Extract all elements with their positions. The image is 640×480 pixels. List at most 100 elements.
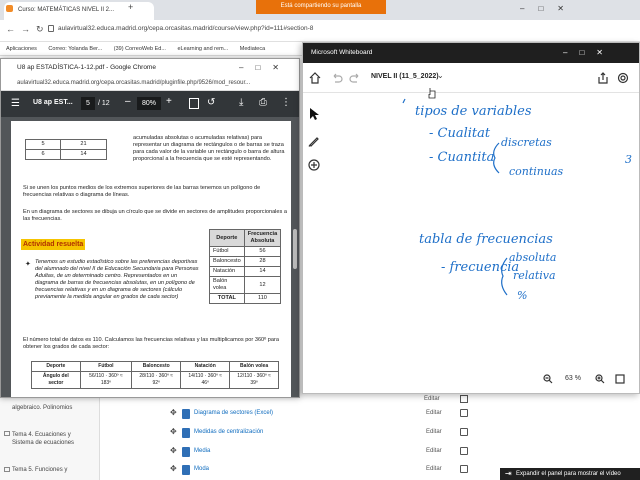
- move-icon[interactable]: ✥: [170, 408, 177, 417]
- more-options-icon[interactable]: ⋮: [281, 97, 291, 108]
- visibility-checkbox[interactable]: [460, 409, 468, 417]
- edit-menu[interactable]: Editar: [426, 448, 442, 454]
- pdf-doc-name: U8 ap EST...: [33, 99, 73, 106]
- zoom-in-icon[interactable]: [595, 374, 605, 384]
- sidebar-item-tema5[interactable]: Tema 5. Funciones y: [12, 467, 67, 473]
- moodle-favicon-icon: [6, 5, 13, 12]
- handwriting-text: discretas: [501, 136, 552, 149]
- menu-icon[interactable]: ☰: [11, 98, 20, 109]
- edit-menu[interactable]: Editar: [426, 429, 442, 435]
- activity-row: ✥ Diagrama de sectores (Excel) Editar: [170, 408, 490, 422]
- bookmark-elearning[interactable]: eLearning and rem...: [177, 46, 228, 52]
- window-controls[interactable]: –□✕: [520, 4, 578, 13]
- fit-page-icon[interactable]: [189, 98, 199, 109]
- handwriting-text: %: [517, 289, 527, 302]
- settings-gear-icon[interactable]: [617, 72, 629, 84]
- chevron-down-icon[interactable]: ⌄: [437, 71, 444, 80]
- expand-arrow-icon: ⇥: [505, 469, 512, 478]
- new-tab-icon[interactable]: +: [128, 2, 133, 12]
- zoom-in-button[interactable]: +: [166, 96, 172, 107]
- table-cell: Balón volea: [209, 276, 245, 294]
- folder-icon: [4, 467, 10, 472]
- table-header: Deporte: [209, 229, 245, 247]
- table-cell: 14/110 · 360º ≈ 46º: [180, 371, 231, 389]
- table-cell: Fútbol: [209, 246, 245, 257]
- activity-link[interactable]: Moda: [194, 466, 209, 472]
- fit-screen-icon[interactable]: [615, 374, 625, 384]
- visibility-checkbox[interactable]: [460, 428, 468, 436]
- whiteboard-toolbar: NIVEL II (11_5_2022) ⌄: [303, 63, 639, 93]
- pdf-viewer-window: U8 ap ESTADÍSTICA-1-12.pdf - Google Chro…: [0, 58, 300, 398]
- bookmark-correoweb[interactable]: (39) CorreoWeb Ed...: [114, 46, 166, 52]
- sidebar-item-algebra[interactable]: algebraico. Polinomios: [12, 405, 72, 411]
- table-cell: 28/110 · 360º ≈ 92º: [131, 371, 182, 389]
- pdf-window-controls[interactable]: –□✕: [239, 63, 291, 72]
- bookmark-correo[interactable]: Correo: Yolanda Ber...: [48, 46, 102, 52]
- table-cell: 6: [24, 149, 62, 160]
- zoom-input[interactable]: 80%: [137, 97, 161, 110]
- handwriting-text: 3: [625, 153, 632, 166]
- pdf-url[interactable]: aulavirtual32.educa.madrid.org/cepa.orca…: [1, 77, 299, 91]
- handwriting-text: - frecuencia: [441, 260, 519, 275]
- zoom-out-icon[interactable]: [543, 374, 553, 384]
- visibility-checkbox[interactable]: [460, 465, 468, 473]
- moodle-sidebar: algebraico. Polinomios Tema 4. Ecuacione…: [0, 395, 100, 480]
- edit-menu[interactable]: Editar: [426, 410, 442, 416]
- table-cell: 56: [243, 246, 282, 257]
- table-cell: 12: [243, 276, 282, 294]
- activity-row: ✥ Moda Editar: [170, 464, 490, 478]
- visibility-checkbox[interactable]: [460, 395, 468, 403]
- handwriting-text: - Cuantita: [429, 150, 494, 165]
- edit-menu[interactable]: Editar: [424, 396, 440, 402]
- nav-arrows-icon[interactable]: ←→↻: [6, 24, 50, 35]
- table-cell: 110: [243, 293, 282, 304]
- expand-panel-label: Expandir el panel para mostrar el vídeo: [516, 471, 621, 477]
- redo-icon[interactable]: [349, 72, 361, 84]
- table-cell: 28: [243, 256, 282, 267]
- handwriting-text: - Cualitat: [429, 126, 491, 141]
- activity-link[interactable]: Medidas de centralización: [194, 429, 263, 435]
- table-header: Fútbol: [79, 361, 133, 372]
- move-icon[interactable]: ✥: [170, 464, 177, 473]
- table-row-label: Ángulo del sector: [31, 371, 81, 389]
- pen-stroke: [402, 98, 406, 104]
- handwriting-text: continuas: [509, 165, 564, 178]
- url-text[interactable]: aulavirtual32.educa.madrid.org/cepa.orca…: [58, 25, 313, 32]
- print-icon[interactable]: ⎙: [259, 97, 267, 108]
- whiteboard-window: Microsoft Whiteboard –□✕ NIVEL II (11_5_…: [302, 42, 640, 394]
- table-cell: 5: [24, 139, 62, 150]
- pdf-text-paragraph: acumuladas absolutas o acumuladas relati…: [133, 135, 285, 162]
- expand-panel-tooltip[interactable]: Expandir el panel para mostrar el vídeo: [500, 468, 640, 480]
- whiteboard-window-controls[interactable]: –□✕: [563, 48, 615, 57]
- lock-icon: [48, 25, 54, 32]
- share-icon[interactable]: [597, 72, 609, 84]
- home-icon[interactable]: [309, 72, 321, 84]
- zoom-level: 63 %: [565, 375, 581, 382]
- table-cell: 56/110 · 360º ≈ 183º: [79, 371, 133, 389]
- activity-row: ✥ Media Editar: [170, 446, 490, 460]
- activity-row: ✥ Medidas de centralización Editar: [170, 427, 490, 441]
- table-header: Balón volea: [229, 361, 279, 372]
- pdf-scrollbar[interactable]: [293, 229, 297, 269]
- handwriting-text: tipos de variables: [415, 104, 532, 119]
- board-name[interactable]: NIVEL II (11_5_2022): [371, 73, 439, 80]
- zoom-out-button[interactable]: –: [125, 96, 131, 107]
- move-icon[interactable]: ✥: [170, 427, 177, 436]
- activity-link[interactable]: Diagrama de sectores (Excel): [194, 410, 273, 416]
- pdf-text-paragraph: En un diagrama de sectores se dibuja un …: [23, 209, 287, 222]
- bookmark-apps[interactable]: Aplicaciones: [6, 46, 37, 52]
- edit-menu[interactable]: Editar: [426, 466, 442, 472]
- activity-link[interactable]: Media: [194, 448, 210, 454]
- download-icon[interactable]: ⤓: [239, 97, 243, 108]
- whiteboard-canvas[interactable]: tipos de variables - Cualitat - Cuantita…: [303, 93, 640, 373]
- page-number-input[interactable]: 5: [81, 97, 95, 110]
- undo-icon[interactable]: [331, 72, 343, 84]
- move-icon[interactable]: ✥: [170, 446, 177, 455]
- visibility-checkbox[interactable]: [460, 447, 468, 455]
- pdf-activity-text: Tenemos un estudio estadístico sobre las…: [35, 259, 199, 300]
- handwriting-text: relativa: [513, 269, 556, 282]
- rotate-icon[interactable]: ↺: [207, 97, 215, 108]
- sidebar-item-tema4[interactable]: Tema 4. Ecuaciones y Sistema de ecuacion…: [12, 431, 92, 447]
- table-cell: Baloncesto: [209, 256, 245, 267]
- bookmark-mediateca[interactable]: Mediateca: [240, 46, 265, 52]
